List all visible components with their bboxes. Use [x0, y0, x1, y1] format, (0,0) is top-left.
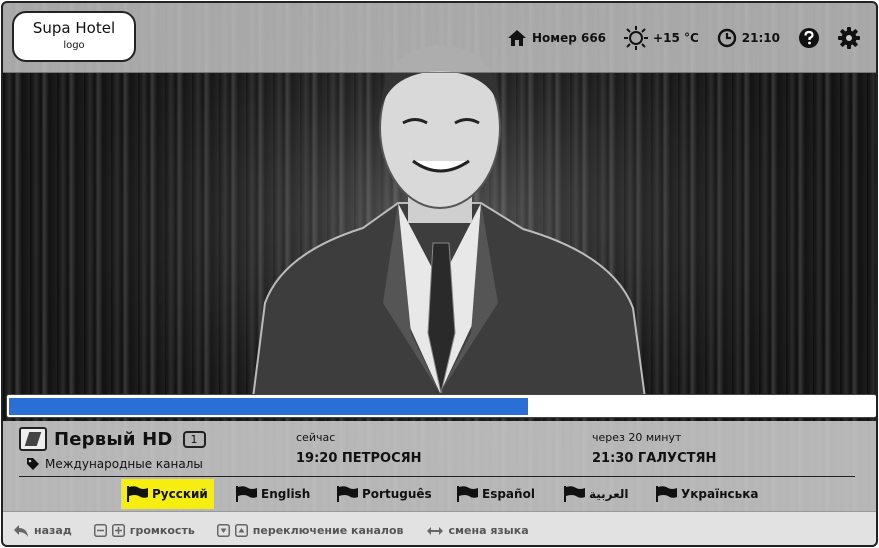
hint-channel-switch-label: переключение каналов [252, 524, 404, 537]
language-option-uk[interactable]: Українська [650, 479, 764, 509]
category-label: Международные каналы [45, 457, 203, 471]
hotel-name: Supa Hotel [32, 19, 116, 37]
channel-number: 1 [182, 430, 206, 448]
room-number: Номер 666 [507, 29, 606, 47]
logo-caption: logo [63, 40, 85, 51]
current-program: сейчас 19:20 ПЕТРОСЯН [296, 431, 422, 466]
next-program: через 20 минут 21:30 ГАЛУСТЯН [592, 431, 716, 466]
home-icon [507, 30, 526, 46]
flag-icon [236, 486, 257, 502]
language-label: Español [482, 487, 535, 501]
up-key-icon [234, 524, 248, 537]
current-program-title: 19:20 ПЕТРОСЯН [296, 451, 422, 466]
tag-icon [27, 458, 39, 470]
help-icon[interactable] [798, 27, 820, 49]
flag-icon [457, 486, 478, 502]
language-option-ar[interactable]: العربية [558, 479, 635, 509]
sun-icon [624, 26, 649, 50]
language-label: English [261, 487, 311, 501]
clock-icon [717, 28, 736, 48]
flag-icon [127, 486, 148, 502]
hint-back-label: назад [34, 524, 72, 537]
top-bar: Supa Hotel logo Номер 666 +15 °C 21:10 [3, 3, 876, 73]
flag-icon [337, 486, 358, 502]
channel-logo [19, 427, 47, 451]
hint-language-switch: смена языка [426, 524, 529, 537]
next-program-when: через 20 минут [592, 431, 682, 444]
hint-back: назад [13, 524, 72, 538]
language-option-es[interactable]: Español [451, 479, 541, 509]
current-program-when: сейчас [296, 431, 336, 444]
hotel-logo: Supa Hotel logo [12, 11, 136, 62]
gear-icon[interactable] [838, 27, 860, 49]
flag-icon [656, 486, 677, 502]
status-bar: Номер 666 +15 °C 21:10 [507, 25, 860, 51]
language-option-pt[interactable]: Português [331, 479, 438, 509]
language-label: Українська [681, 487, 759, 501]
hint-language-switch-label: смена языка [448, 524, 529, 537]
weather-label: +15 °C [653, 31, 699, 45]
clock: 21:10 [717, 28, 780, 48]
hint-volume-label: громкость [129, 524, 195, 537]
channel-category[interactable]: Международные каналы [26, 457, 203, 471]
time-label: 21:10 [741, 31, 780, 45]
language-option-en[interactable]: English [230, 479, 316, 509]
language-label: Русский [152, 487, 208, 501]
progress-fill [9, 398, 528, 415]
room-label: Номер 666 [531, 31, 607, 45]
channel-name: Первый HD [54, 428, 173, 450]
playback-progress[interactable] [6, 394, 876, 418]
back-arrow-icon [14, 524, 28, 537]
language-option-ru[interactable]: Русский [121, 479, 214, 509]
remote-help-bar: назад громкость переключение каналов сме… [3, 511, 876, 545]
weather: +15 °C [624, 26, 699, 50]
language-label: العربية [589, 487, 629, 501]
flag-icon [564, 486, 585, 502]
hint-channel-switch: переключение каналов [216, 524, 404, 537]
channel-info-panel: Первый HD 1 Международные каналы сейчас … [3, 421, 876, 511]
hint-volume: громкость [93, 524, 195, 537]
plus-key-icon [111, 524, 125, 537]
language-selector: Русский English Português Español العربي… [3, 477, 876, 509]
tv-screen: Supa Hotel logo Номер 666 +15 °C 21:10 П… [1, 1, 878, 547]
language-label: Português [362, 487, 432, 501]
left-right-arrow-icon [426, 526, 443, 535]
minus-key-icon [93, 524, 107, 537]
down-key-icon [216, 524, 230, 537]
next-program-title: 21:30 ГАЛУСТЯН [592, 451, 717, 466]
channel-header: Первый HD 1 [19, 427, 206, 451]
